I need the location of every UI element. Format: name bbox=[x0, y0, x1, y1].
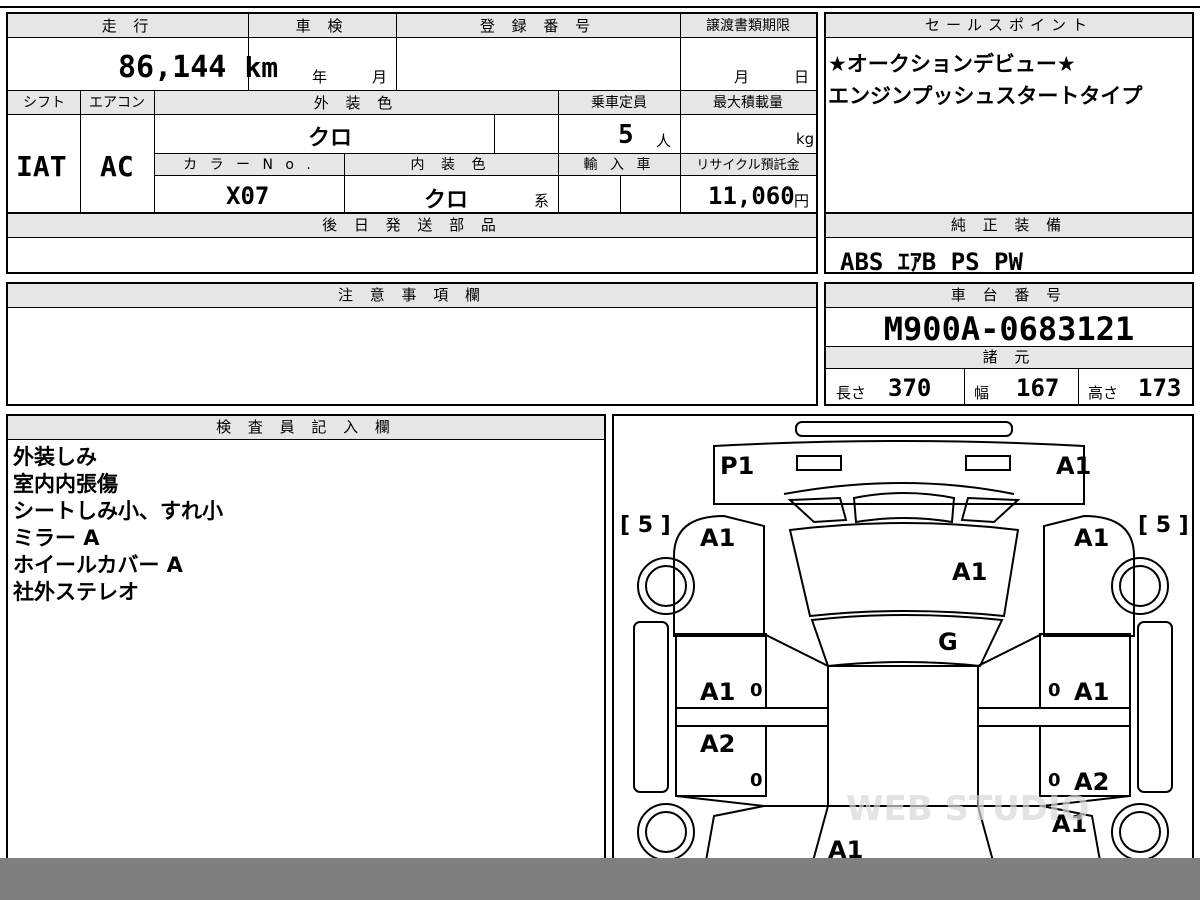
width-label: 幅 bbox=[974, 384, 990, 402]
right-headlight bbox=[965, 455, 1011, 471]
top-strip bbox=[0, 0, 1200, 8]
equipment-box: 純 正 装 備 ABS ｴｱB PS PW bbox=[824, 212, 1194, 276]
load-header: 最大積載量 bbox=[713, 95, 783, 111]
door-zero: 0 bbox=[750, 680, 763, 701]
inspector-notes: 外装しみ 室内内張傷 シートしみ小、すれ小 ミラー A ホイールカバー A 社外… bbox=[13, 444, 223, 606]
roof bbox=[827, 665, 979, 807]
chassis-box: 車 台 番 号 M900A-0683121 諸 元 長さ 370 幅 167 高… bbox=[824, 282, 1194, 406]
rear-bumper-marker bbox=[795, 421, 1013, 437]
car-diagram: [ 5 ] [ 5 ] P1 A1 A1 A1 A1 G A1 A2 A1 A2… bbox=[620, 421, 1189, 872]
mark-front-left-bumper: P1 bbox=[720, 452, 754, 480]
transfer-day-unit: 日 bbox=[794, 68, 810, 86]
transfer-month-unit: 月 bbox=[734, 68, 750, 86]
mark-left-front-fender: A1 bbox=[700, 524, 735, 552]
mark-left-rear-door: A2 bbox=[700, 730, 735, 758]
left-vent bbox=[787, 496, 848, 524]
height-value: 173 bbox=[1138, 374, 1182, 402]
interior-value: クロ bbox=[424, 188, 469, 213]
mileage-value: 86,144 km bbox=[118, 50, 279, 85]
chassis-value: M900A-0683121 bbox=[883, 310, 1135, 348]
load-unit: kg bbox=[796, 130, 815, 148]
specs-header: 諸 元 bbox=[826, 347, 1192, 369]
door-zero: 0 bbox=[1048, 680, 1061, 701]
mark-windshield: G bbox=[938, 628, 958, 656]
equipment-value: ABS ｴｱB PS PW bbox=[840, 248, 1023, 276]
registration-header: 登 録 番 号 bbox=[479, 17, 597, 35]
left-headlight bbox=[796, 455, 842, 471]
capacity-value: 5 bbox=[618, 120, 634, 150]
height-label: 高さ bbox=[1088, 384, 1119, 402]
right-vent bbox=[960, 496, 1021, 524]
sales-points-header: セールスポイント bbox=[826, 14, 1192, 38]
inspector-note: シートしみ小、すれ小 bbox=[13, 499, 223, 523]
left-tire-tread: [ 5 ] bbox=[620, 513, 671, 538]
recycle-header: リサイクル預託金 bbox=[696, 158, 800, 173]
inspector-note: 外装しみ bbox=[13, 445, 97, 469]
exterior-header: 外 装 色 bbox=[313, 94, 399, 112]
capacity-unit: 人 bbox=[656, 132, 672, 150]
width-value: 167 bbox=[1016, 374, 1060, 402]
front-bumper bbox=[713, 440, 1085, 505]
door-zero: 0 bbox=[750, 770, 763, 791]
shift-header: シフト bbox=[23, 95, 65, 111]
ac-value: AC bbox=[100, 150, 134, 183]
capacity-header: 乗車定員 bbox=[591, 95, 647, 111]
mark-hood: A1 bbox=[952, 558, 987, 586]
ac-header: エアコン bbox=[89, 95, 145, 111]
windshield bbox=[810, 614, 1004, 668]
shift-value: IAT bbox=[16, 150, 67, 183]
sales-point-2: エンジンプッシュスタートタイプ bbox=[828, 84, 1143, 108]
color-no-value: X07 bbox=[226, 182, 270, 210]
watermark: WEB STUDIO bbox=[846, 789, 1090, 829]
mark-right-front-door: A1 bbox=[1074, 678, 1109, 706]
equipment-header: 純 正 装 備 bbox=[826, 214, 1192, 238]
right-rocker bbox=[1137, 621, 1173, 793]
interior-header: 内 装 色 bbox=[410, 157, 492, 173]
inspector-note: ホイールカバー A bbox=[13, 553, 183, 577]
bottom-bar bbox=[0, 858, 1200, 900]
mark-front-right-bumper: A1 bbox=[1056, 452, 1091, 480]
notes-header: 注 意 事 項 欄 bbox=[8, 284, 816, 308]
inspection-month-unit: 月 bbox=[372, 68, 388, 86]
interior-unit: 系 bbox=[534, 192, 550, 210]
inspection-header: 車 検 bbox=[295, 17, 349, 35]
door-zero: 0 bbox=[1048, 770, 1061, 791]
later-parts-box: 後 日 発 送 部 品 bbox=[6, 212, 818, 274]
notes-box: 注 意 事 項 欄 bbox=[6, 282, 818, 406]
sales-point-1: ★オークションデビュー★ bbox=[828, 52, 1076, 76]
recycle-unit: 円 bbox=[794, 192, 810, 210]
inspector-header: 検 査 員 記 入 欄 bbox=[8, 416, 604, 440]
sales-points-box: セールスポイント ★オークションデビュー★ エンジンプッシュスタートタイプ bbox=[824, 12, 1194, 214]
inspector-note: ミラー A bbox=[13, 526, 100, 550]
later-parts-header: 後 日 発 送 部 品 bbox=[8, 214, 816, 238]
vehicle-info-table: 走 行 車 検 登 録 番 号 譲渡書類期限 86,144 km 年 月 月 日… bbox=[6, 12, 818, 214]
import-header: 輸 入 車 bbox=[583, 157, 655, 173]
mark-right-front-fender: A1 bbox=[1074, 524, 1109, 552]
mileage-header: 走 行 bbox=[101, 17, 155, 35]
hood-scoop bbox=[852, 492, 956, 524]
inspector-note: 社外ステレオ bbox=[13, 580, 139, 604]
left-rocker bbox=[633, 621, 669, 793]
inspector-note: 室内内張傷 bbox=[13, 472, 118, 496]
color-no-header: カ ラ ー N o . bbox=[183, 157, 315, 173]
exterior-value: クロ bbox=[308, 126, 353, 151]
transfer-header: 譲渡書類期限 bbox=[706, 18, 790, 34]
chassis-header: 車 台 番 号 bbox=[826, 284, 1192, 308]
inspection-year-unit: 年 bbox=[312, 68, 328, 86]
length-label: 長さ bbox=[836, 384, 867, 402]
mark-left-front-door: A1 bbox=[700, 678, 735, 706]
recycle-value: 11,060 bbox=[708, 182, 795, 210]
car-diagram-box: [ 5 ] [ 5 ] P1 A1 A1 A1 A1 G A1 A2 A1 A2… bbox=[612, 414, 1194, 874]
length-value: 370 bbox=[888, 374, 932, 402]
right-tire-tread: [ 5 ] bbox=[1138, 513, 1189, 538]
inspector-box: 検 査 員 記 入 欄 外装しみ 室内内張傷 シートしみ小、すれ小 ミラー A … bbox=[6, 414, 606, 874]
